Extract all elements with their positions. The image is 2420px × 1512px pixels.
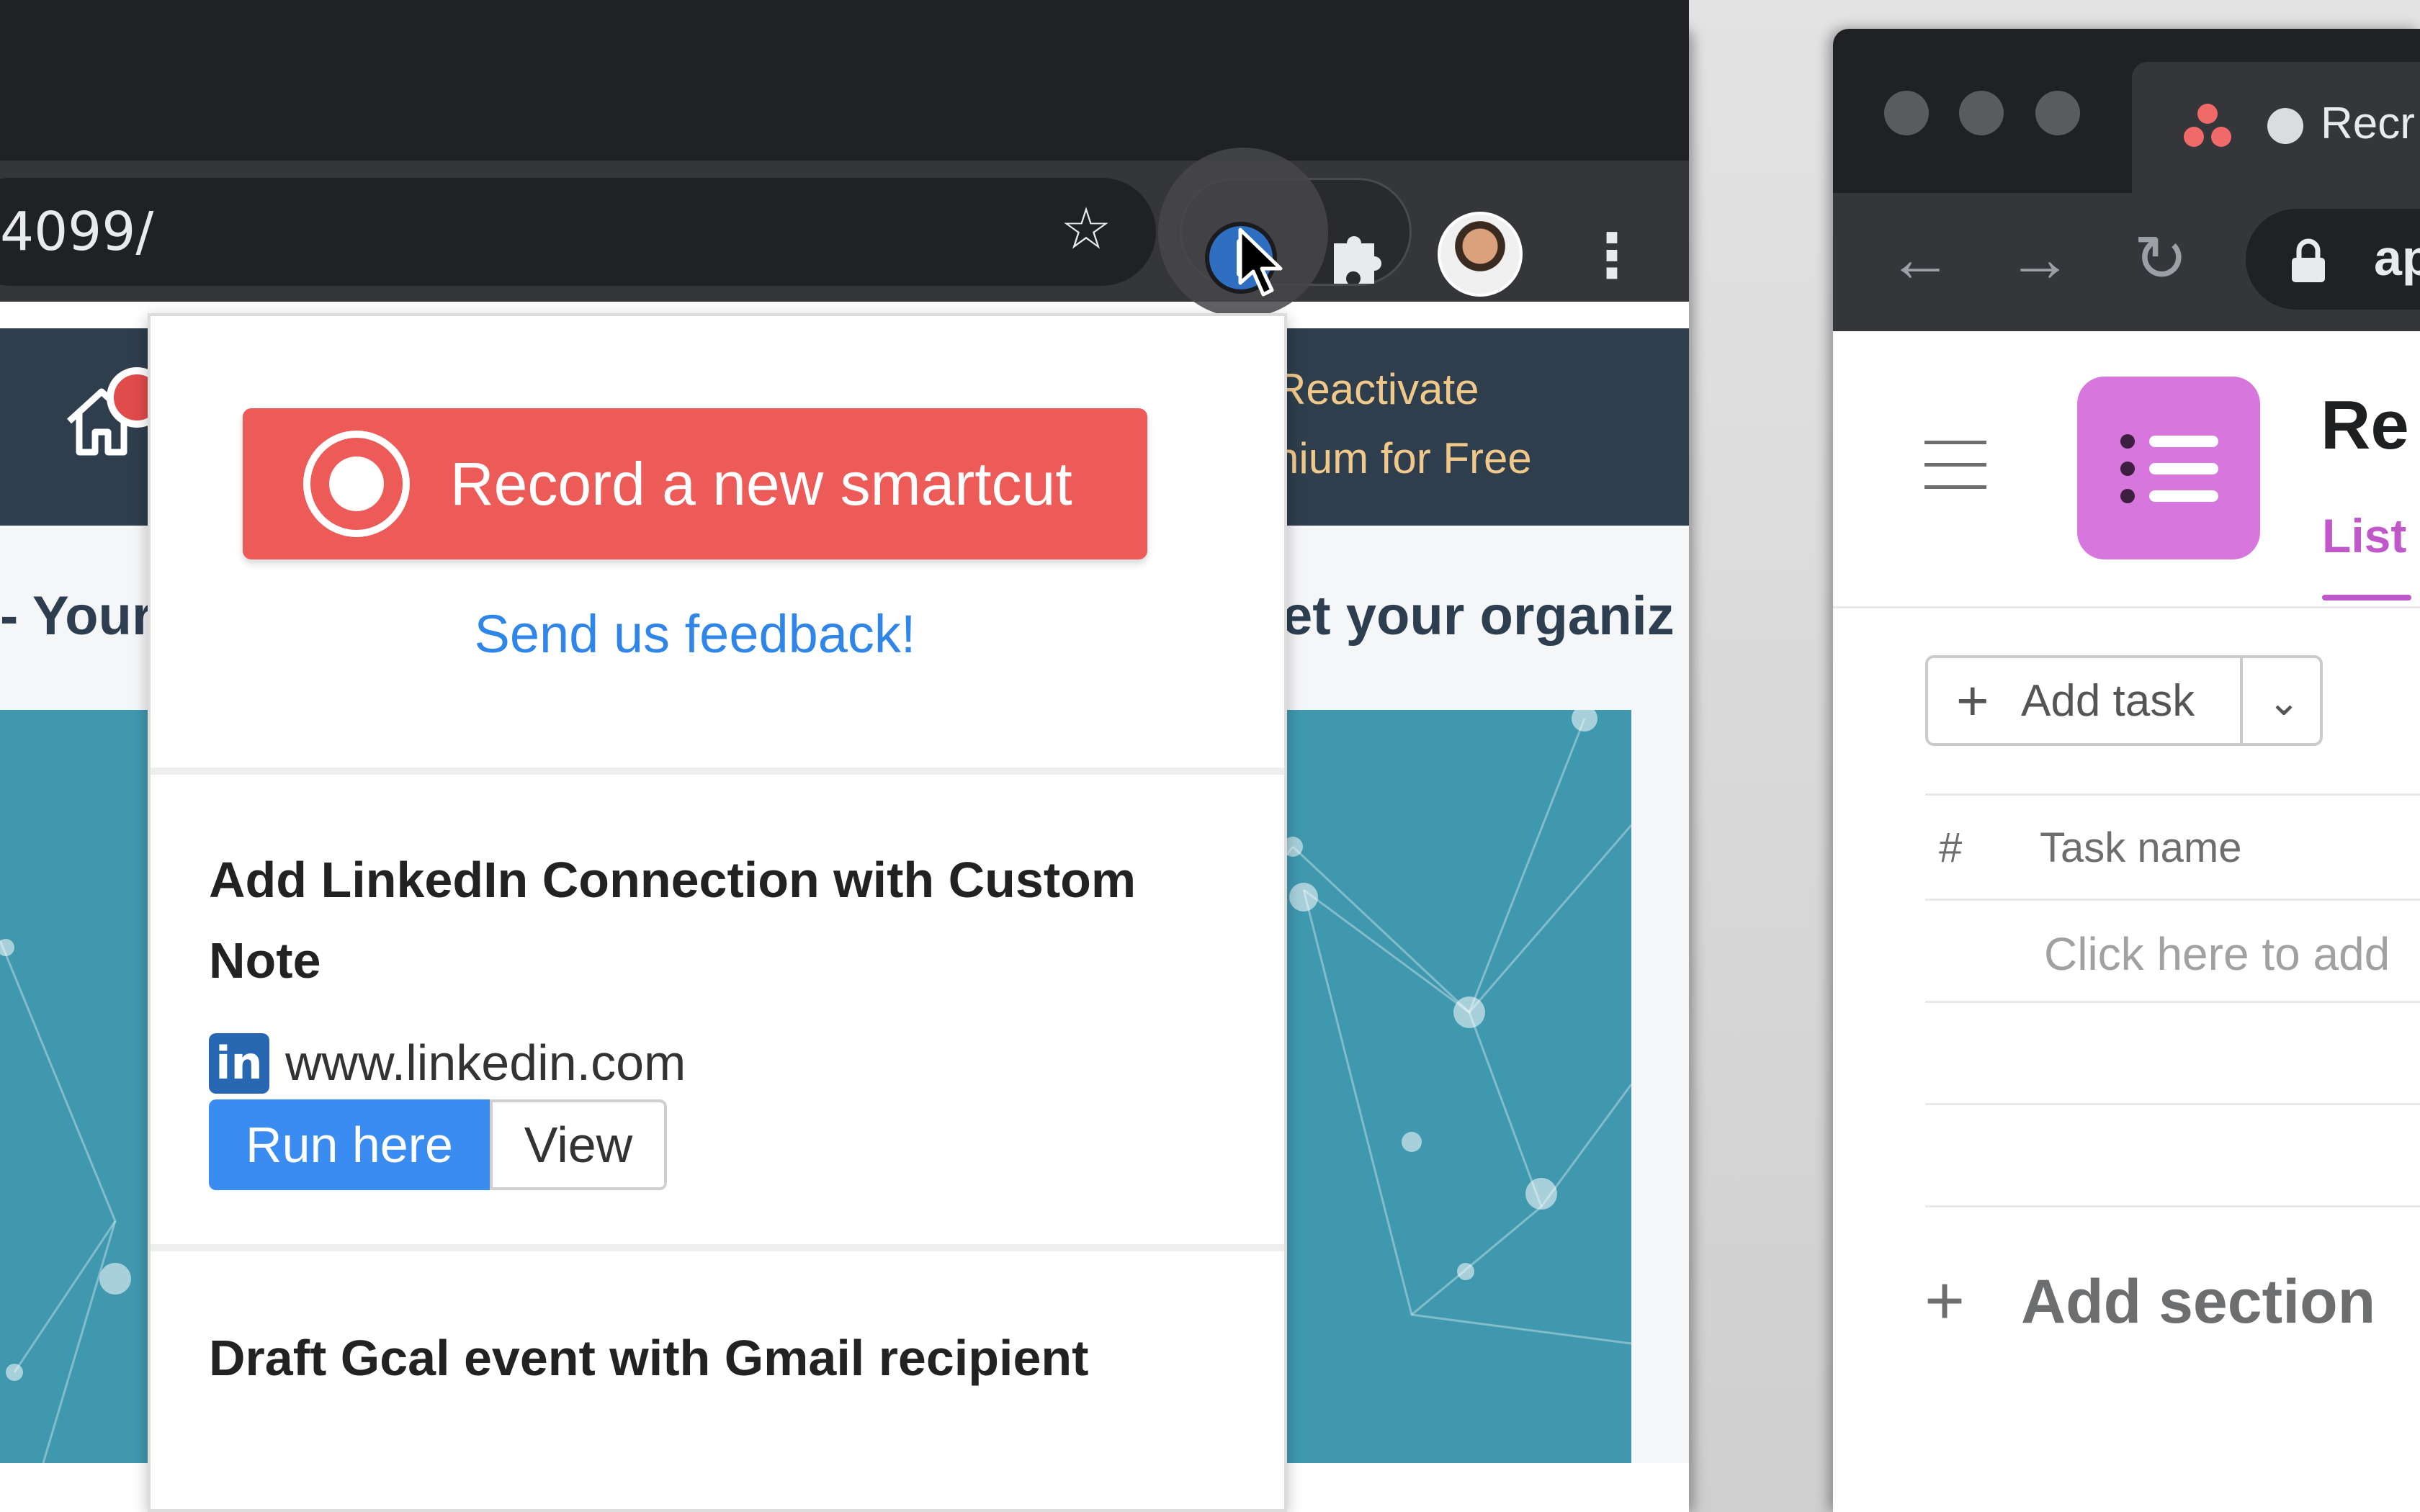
right-address-bar-url[interactable]: ap [2374,229,2420,287]
record-smartcut-button[interactable]: Record a new smartcut [243,408,1147,559]
column-header-number: # [1939,824,1963,871]
table-divider [1925,899,2420,901]
table-divider [1925,793,2420,796]
back-arrow-icon[interactable]: ← [1884,223,1956,295]
project-title: Re [2321,387,2409,464]
table-divider [1925,1103,2420,1105]
forward-arrow-icon[interactable]: → [2004,223,2076,295]
address-bar-url[interactable]: 4099/ [0,189,153,275]
reactivate-banner-line-2[interactable]: nium for Free [1275,433,1532,483]
star-icon[interactable]: ☆ [1053,196,1119,262]
smartcut-domain: www.linkedin.com [285,1035,686,1091]
kebab-menu-icon[interactable]: ⋮ [1582,216,1642,295]
window-minimize-button[interactable] [1959,91,2004,135]
reload-icon[interactable]: ↻ [2125,223,2197,295]
plus-icon[interactable]: + [1924,1261,1965,1341]
window-maximize-button[interactable] [2035,91,2080,135]
page-heading-fragment-right: et your organiz [1282,585,1675,647]
table-divider [1925,1001,2420,1003]
address-bar[interactable] [0,178,1156,286]
reactivate-banner-line-1[interactable]: Reactivate [1275,364,1479,414]
avatar[interactable] [1438,212,1523,297]
smartcut-title: Add LinkedIn Connection with Custom Note [209,852,1137,989]
puzzle-icon[interactable] [1325,223,1392,289]
left-tab-strip [0,0,1689,161]
tab-list[interactable]: List [2322,508,2406,563]
run-here-button[interactable]: Run here [209,1099,490,1190]
chevron-down-icon[interactable]: ⌄ [2259,677,2309,727]
plus-icon: + [1956,669,1989,732]
column-header-task-name[interactable]: Task name [2040,824,2241,872]
project-list-icon [2077,377,2260,559]
add-task-row-placeholder[interactable]: Click here to add [2044,927,2390,981]
mouse-cursor-icon [1238,228,1283,297]
add-task-label[interactable]: Add task [2021,674,2195,729]
record-icon [303,431,410,537]
lock-icon [2292,238,2325,282]
header-divider [1833,606,2420,608]
smartcut-title: Draft Gcal event with Gmail recipient [209,1330,1089,1386]
add-section-button[interactable]: Add section [2021,1264,2375,1339]
asana-logo-icon [2184,104,2231,147]
popup-divider [151,768,1284,775]
table-divider [1925,1205,2420,1207]
active-tab-indicator [2322,595,2411,600]
view-button[interactable]: View [490,1099,667,1190]
record-button-label: Record a new smartcut [450,449,1072,518]
page-heading-fragment-left: - Your [0,585,153,647]
popup-divider [151,1244,1284,1251]
linkedin-icon: in [209,1033,269,1094]
hamburger-menu-icon[interactable] [1924,439,1986,490]
tab-status-dot-icon [2267,108,2303,144]
button-split-divider [2240,655,2243,746]
send-feedback-link[interactable]: Send us feedback! [243,603,1147,665]
tab-title[interactable]: Recr [2321,98,2415,149]
window-close-button[interactable] [1884,91,1929,135]
